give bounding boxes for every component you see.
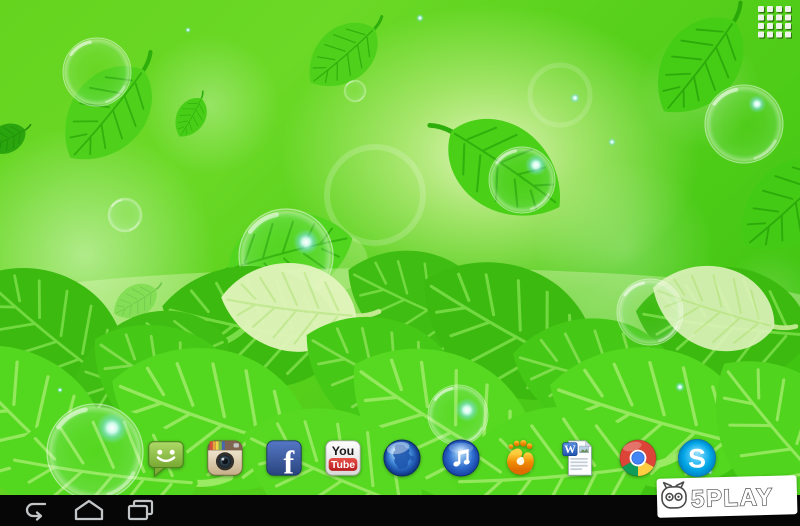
youtube-icon: You Tube — [322, 437, 364, 479]
dock-app-gom-player[interactable] — [499, 437, 541, 479]
watermark-text: 5PLAY — [691, 483, 774, 512]
dock-app-instagram[interactable] — [204, 437, 246, 479]
all-apps-button[interactable] — [758, 6, 792, 39]
dock-app-browser[interactable] — [381, 437, 423, 479]
gom-player-icon — [499, 437, 541, 479]
dock: f You Tube — [145, 437, 718, 479]
robot-face-icon — [662, 482, 687, 508]
home-icon — [67, 497, 111, 524]
youtube-text-you: You — [332, 444, 354, 458]
skype-icon: S — [676, 437, 718, 479]
dock-app-word-document[interactable]: W — [558, 437, 600, 479]
app-grid-icon — [758, 6, 792, 39]
recents-icon — [118, 497, 162, 524]
word-document-icon: W — [558, 437, 600, 479]
nav-back-button[interactable] — [15, 497, 59, 524]
messaging-icon — [145, 437, 187, 479]
skype-letter: S — [688, 444, 706, 474]
watermark-5play: 5PLAY — [657, 475, 798, 518]
tablet-home-screen: f You Tube — [0, 0, 800, 526]
facebook-letter: f — [283, 445, 295, 479]
instagram-icon — [204, 437, 246, 479]
dock-app-skype[interactable]: S — [676, 437, 718, 479]
dock-app-messaging[interactable] — [145, 437, 187, 479]
music-note-icon — [440, 437, 482, 479]
dock-app-music[interactable] — [440, 437, 482, 479]
nav-recents-button[interactable] — [118, 497, 162, 524]
youtube-text-tube: Tube — [331, 459, 355, 471]
facebook-icon: f — [263, 437, 305, 479]
dock-app-chrome[interactable] — [617, 437, 659, 479]
watermark-logo: 5PLAY — [659, 477, 796, 517]
back-icon — [15, 497, 59, 524]
nav-home-button[interactable] — [67, 497, 111, 524]
chrome-icon — [617, 437, 659, 479]
dock-app-facebook[interactable]: f — [263, 437, 305, 479]
word-letter: W — [564, 444, 576, 456]
globe-browser-icon — [381, 437, 423, 479]
dock-app-youtube[interactable]: You Tube — [322, 437, 364, 479]
